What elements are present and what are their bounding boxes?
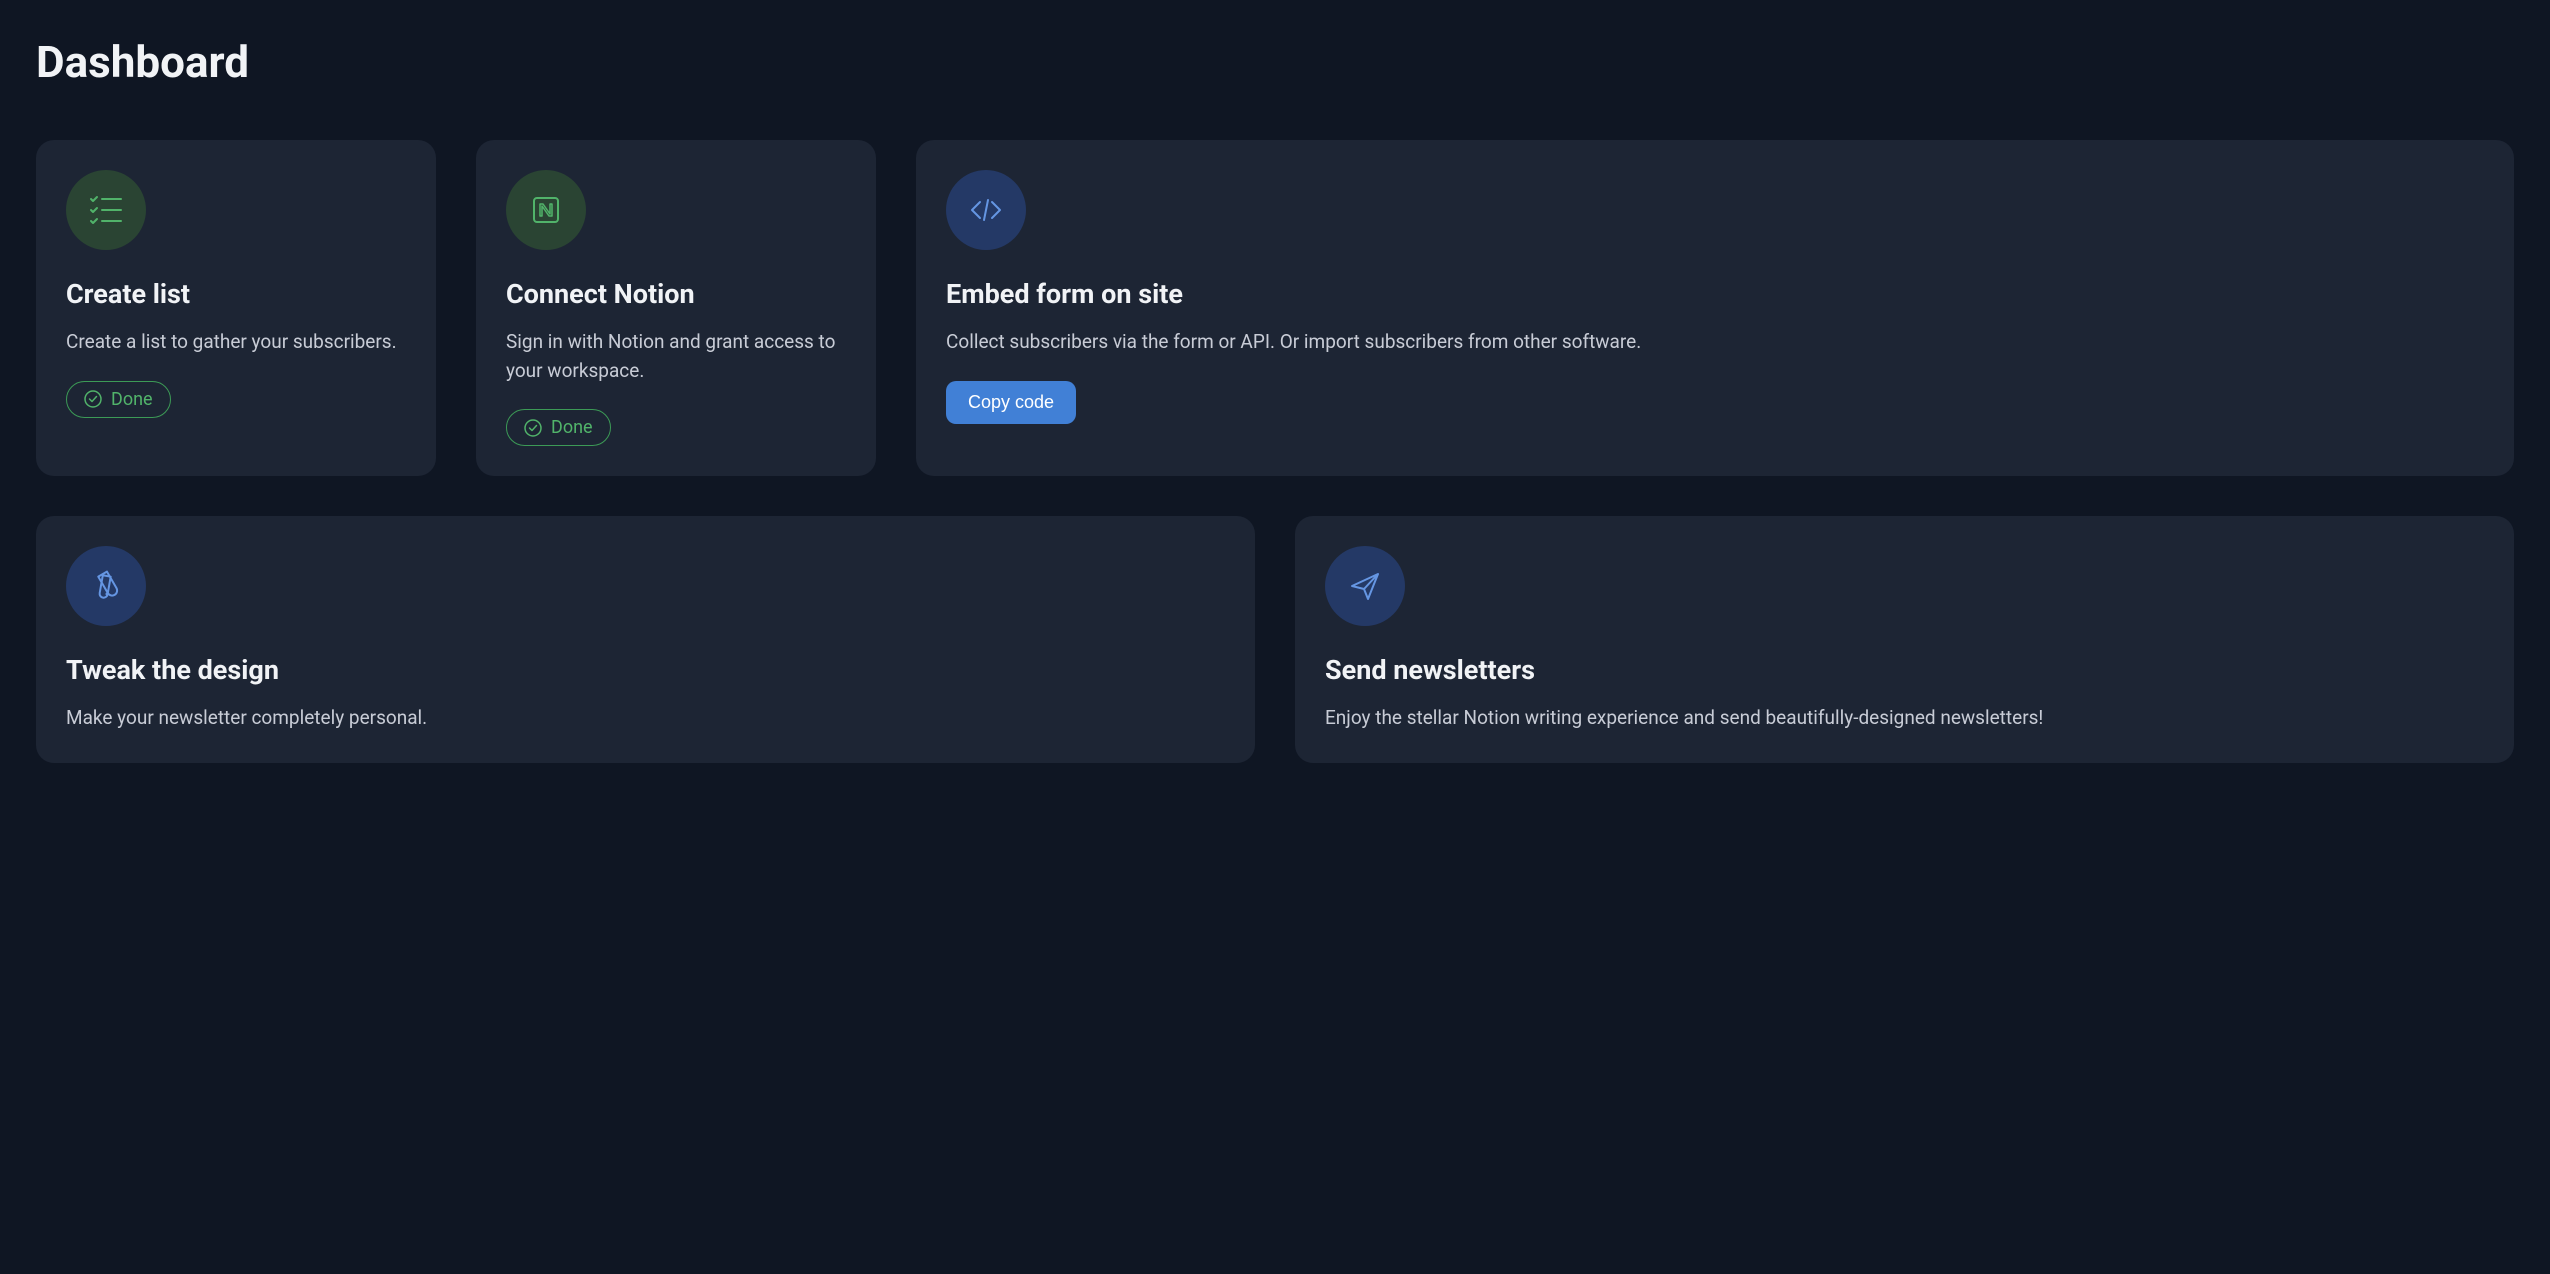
swatch-icon bbox=[66, 546, 146, 626]
paper-plane-icon bbox=[1325, 546, 1405, 626]
cards-row-1: Create list Create a list to gather your… bbox=[36, 140, 2514, 476]
done-badge: Done bbox=[506, 409, 611, 446]
card-description: Make your newsletter completely personal… bbox=[66, 704, 1225, 733]
card-send-newsletters: Send newsletters Enjoy the stellar Notio… bbox=[1295, 516, 2514, 763]
check-circle-icon bbox=[84, 390, 102, 408]
card-title: Embed form on site bbox=[946, 278, 2484, 310]
list-icon bbox=[66, 170, 146, 250]
card-description: Enjoy the stellar Notion writing experie… bbox=[1325, 704, 2484, 733]
card-title: Send newsletters bbox=[1325, 654, 2484, 686]
card-tweak-design: Tweak the design Make your newsletter co… bbox=[36, 516, 1255, 763]
done-badge: Done bbox=[66, 381, 171, 418]
card-connect-notion: Connect Notion Sign in with Notion and g… bbox=[476, 140, 876, 476]
page-title: Dashboard bbox=[36, 36, 2514, 88]
card-title: Tweak the design bbox=[66, 654, 1225, 686]
notion-icon bbox=[506, 170, 586, 250]
copy-code-button[interactable]: Copy code bbox=[946, 381, 1076, 424]
card-description: Sign in with Notion and grant access to … bbox=[506, 328, 846, 385]
check-circle-icon bbox=[524, 419, 542, 437]
card-title: Connect Notion bbox=[506, 278, 846, 310]
card-description: Create a list to gather your subscribers… bbox=[66, 328, 406, 357]
card-create-list: Create list Create a list to gather your… bbox=[36, 140, 436, 476]
code-icon bbox=[946, 170, 1026, 250]
done-label: Done bbox=[551, 417, 593, 438]
card-title: Create list bbox=[66, 278, 406, 310]
card-description: Collect subscribers via the form or API.… bbox=[946, 328, 2484, 357]
done-label: Done bbox=[111, 389, 153, 410]
card-embed-form: Embed form on site Collect subscribers v… bbox=[916, 140, 2514, 476]
cards-grid: Create list Create a list to gather your… bbox=[36, 140, 2514, 763]
cards-row-2: Tweak the design Make your newsletter co… bbox=[36, 516, 2514, 763]
